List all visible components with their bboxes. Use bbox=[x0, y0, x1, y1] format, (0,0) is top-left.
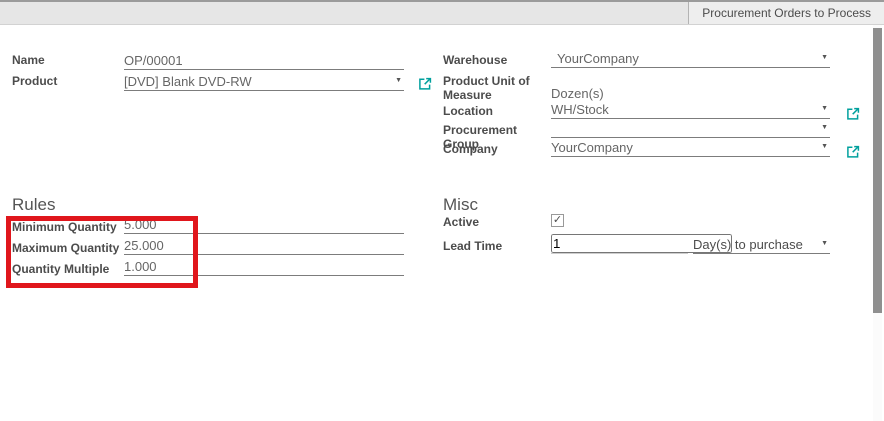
lead-time-unit-value: Day(s) to purchase bbox=[693, 237, 803, 253]
active-checkbox[interactable]: ✓ bbox=[551, 214, 564, 227]
field-row-min-qty: Minimum Quantity bbox=[12, 219, 404, 234]
field-row-location: Location WH/Stock ▼ bbox=[443, 103, 830, 119]
field-row-company: Company YourCompany ▼ bbox=[443, 141, 830, 157]
product-field[interactable]: [DVD] Blank DVD-RW ▼ bbox=[124, 73, 404, 91]
external-link-icon[interactable] bbox=[846, 145, 860, 159]
max-qty-label: Maximum Quantity bbox=[12, 240, 124, 255]
misc-section-title: Misc bbox=[443, 196, 478, 214]
rules-section-title: Rules bbox=[12, 196, 55, 214]
field-row-qty-multiple: Quantity Multiple bbox=[12, 261, 404, 276]
field-row-procurement-group: Procurement Group ▼ bbox=[443, 122, 830, 138]
active-label: Active bbox=[443, 214, 551, 229]
name-label: Name bbox=[12, 52, 124, 67]
vertical-scrollbar-thumb[interactable] bbox=[873, 28, 882, 313]
checkmark-icon: ✓ bbox=[553, 214, 562, 226]
field-row-max-qty: Maximum Quantity bbox=[12, 240, 404, 255]
min-qty-label: Minimum Quantity bbox=[12, 219, 124, 234]
qty-multiple-input[interactable] bbox=[124, 259, 404, 275]
location-value: WH/Stock bbox=[551, 102, 609, 118]
chevron-down-icon: ▼ bbox=[815, 239, 830, 253]
external-link-icon[interactable] bbox=[846, 107, 860, 121]
company-label: Company bbox=[443, 141, 551, 156]
procurement-orders-to-process-button[interactable]: Procurement Orders to Process bbox=[688, 2, 884, 24]
chevron-down-icon[interactable]: ▼ bbox=[815, 53, 830, 67]
location-label: Location bbox=[443, 103, 551, 118]
form-sheet: Name Product [DVD] Blank DVD-RW ▼ Wareho… bbox=[0, 25, 884, 421]
procurement-group-field[interactable]: ▼ bbox=[551, 122, 830, 138]
vertical-scrollbar-track[interactable] bbox=[873, 25, 882, 421]
max-qty-input[interactable] bbox=[124, 238, 404, 254]
field-row-lead-time: Lead Time Day(s) to purchase ▼ bbox=[443, 238, 830, 254]
field-row-uom: Product Unit of Measure Dozen(s) bbox=[443, 73, 830, 102]
location-field[interactable]: WH/Stock ▼ bbox=[551, 103, 830, 119]
product-label: Product bbox=[12, 73, 124, 88]
warehouse-field[interactable]: YourCompany ▼ bbox=[551, 52, 830, 68]
warehouse-value: YourCompany bbox=[551, 51, 639, 67]
name-input[interactable] bbox=[124, 53, 404, 69]
lead-time-unit-select[interactable]: Day(s) to purchase ▼ bbox=[693, 238, 830, 254]
uom-label: Product Unit of Measure bbox=[443, 73, 551, 102]
qty-multiple-label: Quantity Multiple bbox=[12, 261, 124, 276]
company-value: YourCompany bbox=[551, 140, 633, 156]
chevron-down-icon[interactable]: ▼ bbox=[815, 142, 830, 156]
field-row-warehouse: Warehouse YourCompany ▼ bbox=[443, 52, 830, 68]
top-bar: Procurement Orders to Process bbox=[0, 0, 884, 25]
company-field[interactable]: YourCompany ▼ bbox=[551, 141, 830, 157]
chevron-down-icon[interactable]: ▼ bbox=[815, 104, 830, 118]
chevron-down-icon[interactable]: ▼ bbox=[815, 123, 830, 137]
uom-value: Dozen(s) bbox=[551, 86, 604, 102]
warehouse-label: Warehouse bbox=[443, 52, 551, 67]
chevron-down-icon[interactable]: ▼ bbox=[389, 76, 404, 90]
field-row-product: Product [DVD] Blank DVD-RW ▼ bbox=[12, 73, 404, 91]
external-link-icon[interactable] bbox=[418, 77, 432, 91]
lead-time-label: Lead Time bbox=[443, 238, 551, 253]
field-row-name: Name bbox=[12, 52, 404, 70]
min-qty-input[interactable] bbox=[124, 217, 404, 233]
product-value: [DVD] Blank DVD-RW bbox=[124, 74, 252, 90]
field-row-active: Active ✓ bbox=[443, 214, 830, 229]
